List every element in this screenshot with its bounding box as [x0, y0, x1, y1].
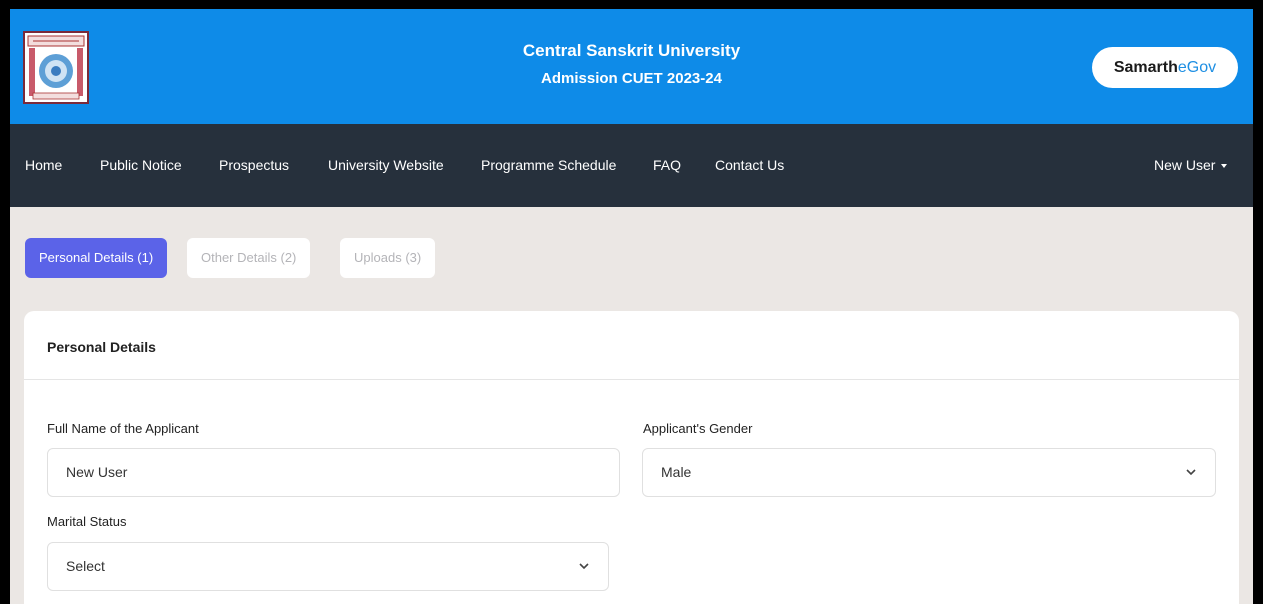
- step-number: (2): [280, 250, 297, 265]
- nav-contact-us[interactable]: Contact Us: [715, 124, 784, 207]
- full-name-label: Full Name of the Applicant: [47, 421, 199, 436]
- nav-prospectus[interactable]: Prospectus: [219, 124, 289, 207]
- marital-status-value: Select: [66, 558, 105, 574]
- nav-faq[interactable]: FAQ: [653, 124, 681, 207]
- step-label: Uploads: [354, 250, 402, 265]
- gender-value: Male: [661, 464, 692, 480]
- nav-public-notice[interactable]: Public Notice: [100, 124, 182, 207]
- nav-home[interactable]: Home: [25, 124, 62, 207]
- user-menu-label: New User: [1154, 157, 1216, 173]
- samarth-egov-brand[interactable]: SamartheGov: [1092, 47, 1238, 88]
- university-title: Central Sanskrit University: [522, 41, 741, 60]
- user-menu-dropdown[interactable]: New User: [1154, 124, 1228, 207]
- step-other-details[interactable]: Other Details (2): [187, 238, 311, 278]
- main-navbar: Home Public Notice Prospectus University…: [10, 124, 1253, 207]
- nav-programme-schedule[interactable]: Programme Schedule: [481, 124, 616, 207]
- full-name-value: New User: [66, 464, 128, 480]
- marital-status-select[interactable]: Select: [47, 542, 609, 591]
- step-number: (3): [405, 250, 422, 265]
- chevron-down-icon: [1186, 469, 1196, 476]
- title-block: Central Sanskrit University Admission CU…: [10, 40, 1253, 90]
- gender-label: Applicant's Gender: [643, 421, 753, 436]
- marital-status-label: Marital Status: [47, 514, 127, 529]
- step-number: (1): [137, 250, 154, 265]
- top-header: Central Sanskrit University Admission CU…: [10, 9, 1253, 124]
- step-personal-details[interactable]: Personal Details (1): [25, 238, 168, 278]
- step-label: Personal Details: [39, 250, 134, 265]
- card-header: Personal Details: [24, 311, 1239, 380]
- step-uploads[interactable]: Uploads (3): [340, 238, 436, 278]
- gender-select[interactable]: Male: [642, 448, 1216, 497]
- section-title: Personal Details: [47, 339, 156, 355]
- app-frame: Central Sanskrit University Admission CU…: [10, 9, 1253, 604]
- brand-egov: eGov: [1177, 59, 1217, 76]
- full-name-input[interactable]: New User: [47, 448, 620, 497]
- admission-subtitle: Admission CUET 2023-24: [541, 70, 722, 87]
- nav-university-website[interactable]: University Website: [328, 124, 444, 207]
- caret-down-icon: [1221, 164, 1228, 169]
- brand-samarth: Samarth: [1113, 59, 1178, 76]
- chevron-down-icon: [579, 563, 589, 570]
- personal-details-card: Personal Details Full Name of the Applic…: [24, 311, 1239, 604]
- step-label: Other Details: [201, 250, 277, 265]
